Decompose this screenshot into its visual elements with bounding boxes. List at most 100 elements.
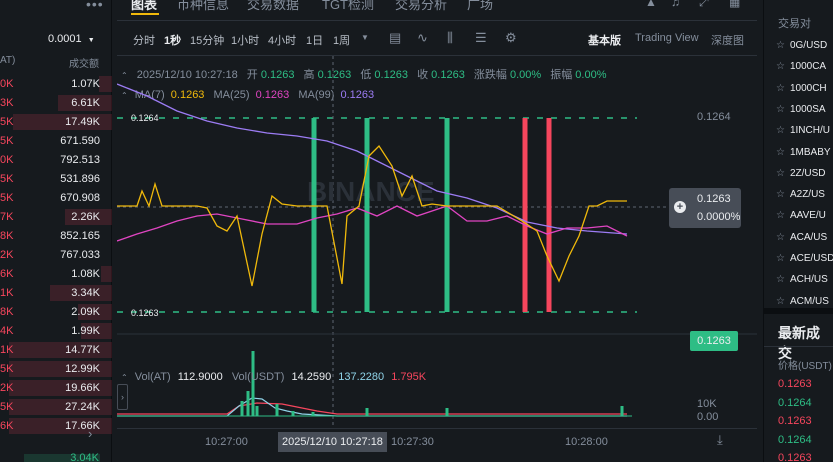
pin-icon[interactable]: ▲ — [645, 0, 657, 9]
tab-2[interactable]: 交易数据 — [247, 0, 299, 13]
view-tradingview[interactable]: Trading View — [635, 32, 699, 44]
tab-1[interactable]: 币种信息 — [177, 0, 229, 13]
scroll-left-icon[interactable]: › — [117, 384, 128, 410]
pair-name: 1000CA — [789, 61, 827, 73]
ask-row[interactable]: 0K 792.513 — [0, 151, 112, 169]
vol-collapse-icon[interactable]: ⌃ — [121, 373, 128, 382]
star-icon[interactable]: ☆ — [776, 210, 785, 221]
ask-row[interactable]: 5K 12.99K — [0, 360, 112, 378]
ask-amount: 7K — [0, 211, 14, 223]
star-icon[interactable]: ☆ — [776, 232, 785, 243]
tab-5[interactable]: 广场 — [467, 0, 493, 13]
order-book-dots-icon[interactable]: ••• — [86, 0, 104, 12]
pair-item[interactable]: ☆ 0G/USD — [776, 40, 827, 51]
candle-bar — [311, 118, 317, 312]
pair-item[interactable]: ☆ 1000SA — [776, 104, 826, 115]
ask-total: 19.66K — [65, 382, 100, 394]
ask-row[interactable]: 8K 2.09K — [0, 303, 112, 321]
star-icon[interactable]: ☆ — [776, 125, 785, 136]
timeframe-6[interactable]: 1周 — [333, 32, 350, 48]
star-icon[interactable]: ☆ — [776, 40, 785, 51]
price-chart[interactable]: BINANCE — [117, 56, 757, 456]
view-basic[interactable]: 基本版 — [588, 32, 621, 48]
ask-row[interactable]: 6K 17.66K — [0, 417, 112, 435]
pair-item[interactable]: ☆ ACE/USD — [776, 253, 833, 264]
candle-type-icon[interactable]: ⫼ — [447, 30, 453, 46]
ask-row[interactable]: 5K 17.49K — [0, 113, 112, 131]
ask-amount: 6K — [0, 268, 14, 280]
ask-row[interactable]: 2K 19.66K — [0, 379, 112, 397]
timeframe-0[interactable]: 分时 — [133, 32, 155, 48]
view-depth[interactable]: 深度图 — [711, 32, 744, 48]
ask-row[interactable]: 5K 531.896 — [0, 170, 112, 188]
ask-row[interactable]: 8K 852.165 — [0, 227, 112, 245]
chevron-right-icon[interactable]: › — [88, 426, 92, 441]
timeframe-2[interactable]: 15分钟 — [190, 32, 224, 48]
ask-total: 1.99K — [71, 325, 100, 337]
candle-bar — [364, 118, 370, 312]
settings-list-icon[interactable]: ☰ — [475, 30, 487, 46]
star-icon[interactable]: ☆ — [776, 296, 785, 307]
ask-row[interactable]: 1K 14.77K — [0, 341, 112, 359]
panel-divider — [764, 308, 833, 314]
timeframe-4[interactable]: 4小时 — [268, 32, 296, 48]
candle-bar — [546, 118, 552, 312]
star-icon[interactable]: ☆ — [776, 83, 785, 94]
ask-row[interactable]: 2K 767.033 — [0, 246, 112, 264]
star-icon[interactable]: ☆ — [776, 104, 785, 115]
timeframe-3[interactable]: 1小时 — [231, 32, 259, 48]
pair-item[interactable]: ☆ 2Z/USD — [776, 168, 826, 179]
star-icon[interactable]: ☆ — [776, 147, 785, 158]
ask-total: 1.07K — [71, 78, 100, 90]
markets-panel: 交易对 ☆ 0G/USD ☆ 1000CA ☆ 1000CH ☆ 1000SA ☆ 1INCH/U… — [763, 0, 833, 462]
timeframe-5[interactable]: 1日 — [306, 32, 323, 48]
tab-4[interactable]: 交易分析 — [395, 0, 447, 13]
add-alert-icon[interactable]: + — [674, 201, 686, 213]
ask-row[interactable]: 3K 6.61K — [0, 94, 112, 112]
grid-icon[interactable]: ▦ — [729, 0, 740, 9]
star-icon[interactable]: ☆ — [776, 274, 785, 285]
calendar-icon[interactable]: ▤ — [389, 30, 401, 46]
pair-item[interactable]: ☆ 1INCH/U — [776, 125, 830, 136]
time-axis-divider — [117, 428, 757, 429]
pair-item[interactable]: ☆ A2Z/US — [776, 189, 825, 200]
pair-item[interactable]: ☆ AAVE/U — [776, 210, 826, 221]
lo-price-label: 0.1263 — [131, 308, 159, 318]
pair-item[interactable]: ☆ 1000CA — [776, 61, 826, 72]
tab-3[interactable]: TGT检测 — [322, 0, 374, 13]
ask-amount: 2K — [0, 382, 14, 394]
pair-item[interactable]: ☆ ACH/US — [776, 274, 828, 285]
tab-0[interactable]: 图表 — [131, 0, 157, 13]
expand-icon[interactable]: ⤢ — [699, 0, 709, 10]
ask-row[interactable]: 5K 670.908 — [0, 189, 112, 207]
indicator-icon[interactable]: ∿ — [417, 30, 428, 46]
price-precision-select[interactable]: 0.0001 ▼ — [48, 33, 95, 45]
gear-icon[interactable]: ⚙ — [505, 30, 517, 46]
pair-name: 2Z/USD — [789, 167, 826, 179]
bell-icon[interactable]: ♫ — [671, 0, 680, 9]
timeframe-dropdown-icon[interactable]: ▼ — [361, 33, 369, 42]
ask-row[interactable]: 5K 27.24K — [0, 398, 112, 416]
star-icon[interactable]: ☆ — [776, 61, 785, 72]
ask-row[interactable]: 1K 3.34K — [0, 284, 112, 302]
star-icon[interactable]: ☆ — [776, 189, 785, 200]
ask-row[interactable]: 5K 671.590 — [0, 132, 112, 150]
pair-item[interactable]: ☆ 1MBABY — [776, 147, 831, 158]
pair-name: 1MBABY — [789, 146, 831, 158]
axis-scale-icon[interactable]: ⤓ — [717, 432, 723, 448]
pair-name: 1000CH — [789, 82, 827, 94]
volume-bar — [365, 408, 369, 416]
star-icon[interactable]: ☆ — [776, 253, 785, 264]
ask-row[interactable]: 0K 1.07K — [0, 75, 112, 93]
pair-item[interactable]: ☆ 1000CH — [776, 83, 827, 94]
ask-row[interactable]: 6K 1.08K — [0, 265, 112, 283]
pair-item[interactable]: ☆ ACA/US — [776, 232, 827, 243]
ask-row[interactable]: 4K 1.99K — [0, 322, 112, 340]
ask-amount: 8K — [0, 306, 14, 318]
ask-row[interactable]: 7K 2.26K — [0, 208, 112, 226]
ask-total: 1.08K — [71, 268, 100, 280]
timeframe-1[interactable]: 1秒 — [164, 32, 181, 48]
ask-amount: 3K — [0, 97, 14, 109]
pair-item[interactable]: ☆ ACM/US — [776, 296, 829, 307]
star-icon[interactable]: ☆ — [776, 168, 785, 179]
